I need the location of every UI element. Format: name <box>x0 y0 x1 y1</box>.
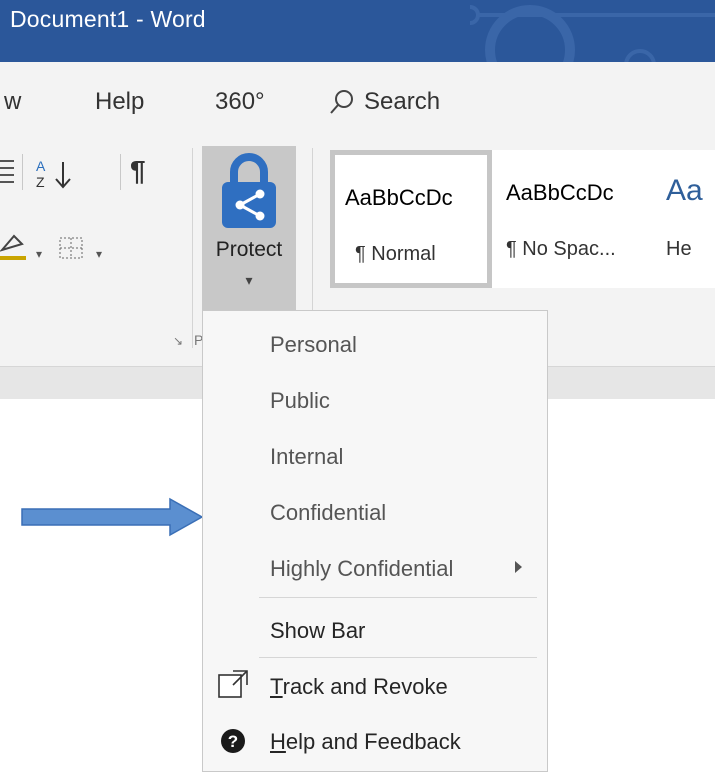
search-label: Search <box>364 88 441 115</box>
menu-item-confidential[interactable]: Confidential <box>270 500 386 526</box>
title-bar: Document1 - Word <box>0 0 715 62</box>
style-no-spacing[interactable]: AaBbCcDc ¶ No Spac... <box>494 150 654 288</box>
style-normal[interactable]: AaBbCcDc ¶ Normal <box>330 150 492 288</box>
menu-separator <box>259 657 537 658</box>
window-title: Document1 - Word <box>10 6 206 32</box>
protect-dropdown-arrow: ▾ <box>245 272 253 288</box>
tab-360[interactable]: 360° <box>215 88 265 116</box>
submenu-arrow-icon <box>515 561 522 573</box>
menu-item-track-and-revoke[interactable]: Track and Revoke <box>270 674 448 700</box>
svg-text:?: ? <box>228 732 238 751</box>
style-name: ¶ No Spac... <box>506 238 616 260</box>
dialog-launcher-icon[interactable]: ↘ <box>173 334 183 348</box>
style-name: ¶ Normal <box>355 243 436 265</box>
justify-icon <box>0 160 14 183</box>
menu-item-help-and-feedback[interactable]: Help and Feedback <box>270 729 461 755</box>
shading-icon <box>0 234 26 260</box>
sort-icon-a: A <box>36 158 46 174</box>
menu-item-label: rack and Revoke <box>282 674 448 699</box>
menu-item-internal[interactable]: Internal <box>270 444 343 470</box>
access-key: H <box>270 729 286 754</box>
paragraph-group-icons: ▾ ▾ <box>0 154 121 261</box>
style-sample: AaBbCcDc <box>345 185 453 210</box>
group-separator <box>192 148 193 348</box>
search-icon <box>330 90 353 114</box>
menu-item-highly-confidential[interactable]: Highly Confidential <box>270 556 453 582</box>
ribbon-tabs: w Help 360° Search <box>0 62 715 144</box>
style-name: He <box>666 238 692 260</box>
style-sample: Aa <box>666 174 703 207</box>
style-sample: AaBbCcDc <box>506 180 614 205</box>
protect-dropdown-menu: Personal Public Internal Confidential Hi… <box>202 310 548 772</box>
protect-label: Protect <box>215 238 283 261</box>
tab-help[interactable]: Help <box>95 88 144 116</box>
help-icon: ? <box>221 729 245 753</box>
style-heading[interactable]: Aa He <box>656 150 715 288</box>
callout-arrow-icon <box>21 497 204 537</box>
protect-button[interactable]: Protect ▾ <box>202 146 296 310</box>
styles-gallery: AaBbCcDc ¶ Normal AaBbCcDc ¶ No Spac... … <box>330 150 715 288</box>
menu-item-public[interactable]: Public <box>270 388 330 414</box>
paragraph-mark-button[interactable]: ¶ <box>130 155 146 187</box>
menu-item-show-bar[interactable]: Show Bar <box>270 618 365 644</box>
menu-separator <box>259 597 537 598</box>
borders-icon <box>59 237 83 259</box>
sort-icon-z: Z <box>36 174 45 190</box>
group-separator <box>312 148 313 310</box>
search-box[interactable]: Search <box>330 88 440 116</box>
title-bar-decoration <box>470 5 715 62</box>
svg-text:▾: ▾ <box>36 247 42 261</box>
menu-item-label: elp and Feedback <box>285 729 461 754</box>
tab-view[interactable]: w <box>4 88 21 116</box>
svg-text:▾: ▾ <box>96 247 102 261</box>
access-key: T <box>270 674 283 699</box>
menu-item-personal[interactable]: Personal <box>270 332 357 358</box>
protect-lock-icon <box>222 153 276 228</box>
track-revoke-icon <box>218 670 248 698</box>
